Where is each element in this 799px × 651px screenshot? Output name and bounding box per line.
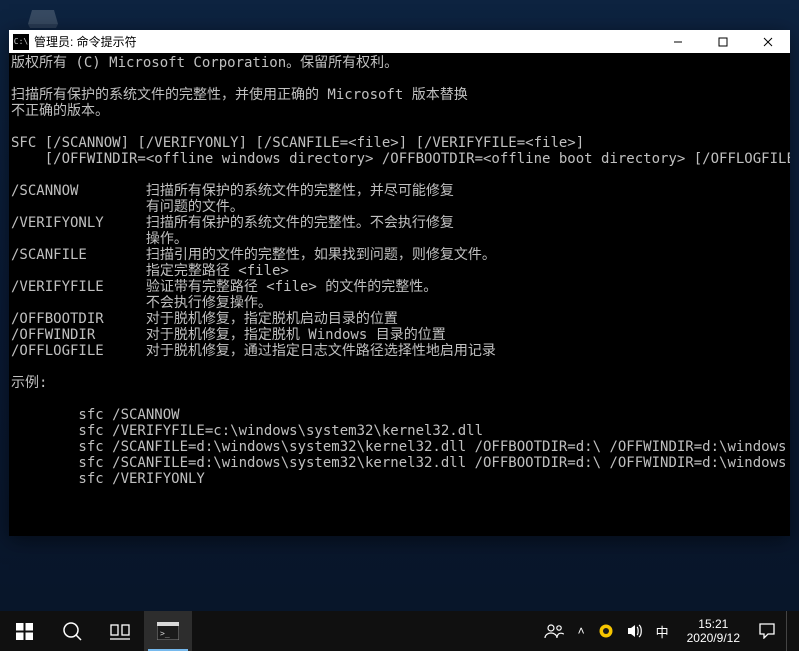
clock-date: 2020/9/12 (687, 631, 740, 645)
show-desktop-button[interactable] (786, 611, 793, 651)
window-title: 管理员: 命令提示符 (34, 33, 137, 50)
svg-text:>_: >_ (160, 629, 170, 638)
clock-time: 15:21 (698, 617, 728, 631)
terminal-output[interactable]: 版权所有 (C) Microsoft Corporation。保留所有权利。 扫… (9, 53, 790, 536)
maximize-button[interactable] (700, 30, 745, 53)
titlebar[interactable]: C:\ 管理员: 命令提示符 (9, 30, 790, 53)
search-button[interactable] (48, 611, 96, 651)
cmd-icon: C:\ (13, 34, 29, 50)
taskbar-app-cmd[interactable]: >_ (144, 611, 192, 651)
desktop: C:\ 管理员: 命令提示符 版权所有 (C) Microsoft Corpor… (0, 0, 799, 651)
action-center-icon[interactable] (756, 611, 778, 651)
volume-icon[interactable] (624, 611, 646, 651)
close-button[interactable] (745, 30, 790, 53)
task-view-button[interactable] (96, 611, 144, 651)
tray-chevron-up-icon[interactable]: ˄ (575, 611, 588, 651)
taskbar: >_ ˄ (0, 611, 799, 651)
recycle-bin-icon[interactable] (22, 2, 64, 30)
system-tray: ˄ 中 15:21 2020/9/12 (537, 611, 799, 651)
people-icon[interactable] (541, 611, 567, 651)
start-button[interactable] (0, 611, 48, 651)
command-prompt-window: C:\ 管理员: 命令提示符 版权所有 (C) Microsoft Corpor… (9, 30, 790, 536)
ime-indicator[interactable]: 中 (654, 611, 671, 651)
security-icon[interactable] (596, 611, 616, 651)
minimize-button[interactable] (655, 30, 700, 53)
taskbar-clock[interactable]: 15:21 2020/9/12 (679, 617, 748, 645)
